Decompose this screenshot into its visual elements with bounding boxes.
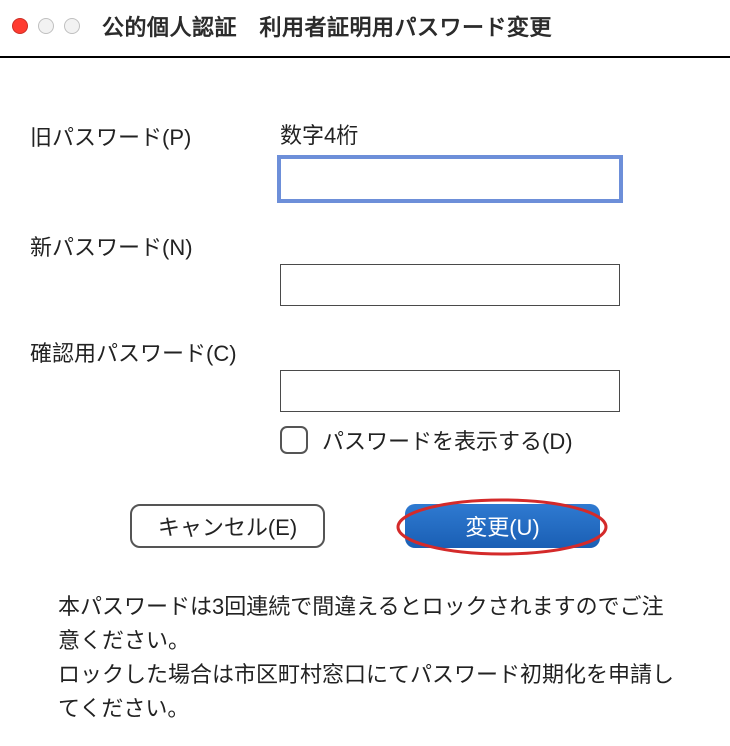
window-title: 公的個人認証 利用者証明用パスワード変更 (102, 10, 552, 42)
cancel-button[interactable]: キャンセル(E) (130, 504, 325, 548)
confirm-password-input-col (280, 334, 700, 412)
change-button-wrap: 変更(U) (405, 504, 600, 548)
old-password-hint: 数字4桁 (280, 118, 700, 150)
titlebar: 公的個人認証 利用者証明用パスワード変更 (0, 0, 730, 58)
minimize-icon[interactable] (38, 18, 54, 34)
change-button[interactable]: 変更(U) (405, 504, 600, 548)
maximize-icon[interactable] (64, 18, 80, 34)
content-area: 旧パスワード(P) 数字4桁 新パスワード(N) 確認用パスワード(C) パスワ… (0, 58, 730, 746)
close-icon[interactable] (12, 18, 28, 34)
button-row: キャンセル(E) 変更(U) (30, 504, 700, 548)
show-password-label: パスワードを表示する(D) (322, 424, 573, 456)
confirm-password-input[interactable] (280, 370, 620, 412)
new-password-input[interactable] (280, 264, 620, 306)
confirm-password-label: 確認用パスワード(C) (30, 334, 280, 368)
old-password-label: 旧パスワード(P) (30, 118, 280, 152)
notice-line-2: ロックした場合は市区町村窓口にてパスワード初期化を申請してください。 (58, 658, 676, 726)
notice-text: 本パスワードは3回連続で間違えるとロックされますのでご注意ください。 ロックした… (30, 590, 700, 726)
old-password-input[interactable] (280, 158, 620, 200)
row-new-password: 新パスワード(N) (30, 228, 700, 306)
new-password-input-col (280, 228, 700, 306)
new-password-label: 新パスワード(N) (30, 228, 280, 262)
show-password-checkbox[interactable] (280, 426, 308, 454)
window-controls (12, 18, 80, 34)
row-confirm-password: 確認用パスワード(C) (30, 334, 700, 412)
row-old-password: 旧パスワード(P) 数字4桁 (30, 118, 700, 200)
notice-line-1: 本パスワードは3回連続で間違えるとロックされますのでご注意ください。 (58, 590, 676, 658)
show-password-row[interactable]: パスワードを表示する(D) (30, 424, 700, 456)
old-password-input-col: 数字4桁 (280, 118, 700, 200)
